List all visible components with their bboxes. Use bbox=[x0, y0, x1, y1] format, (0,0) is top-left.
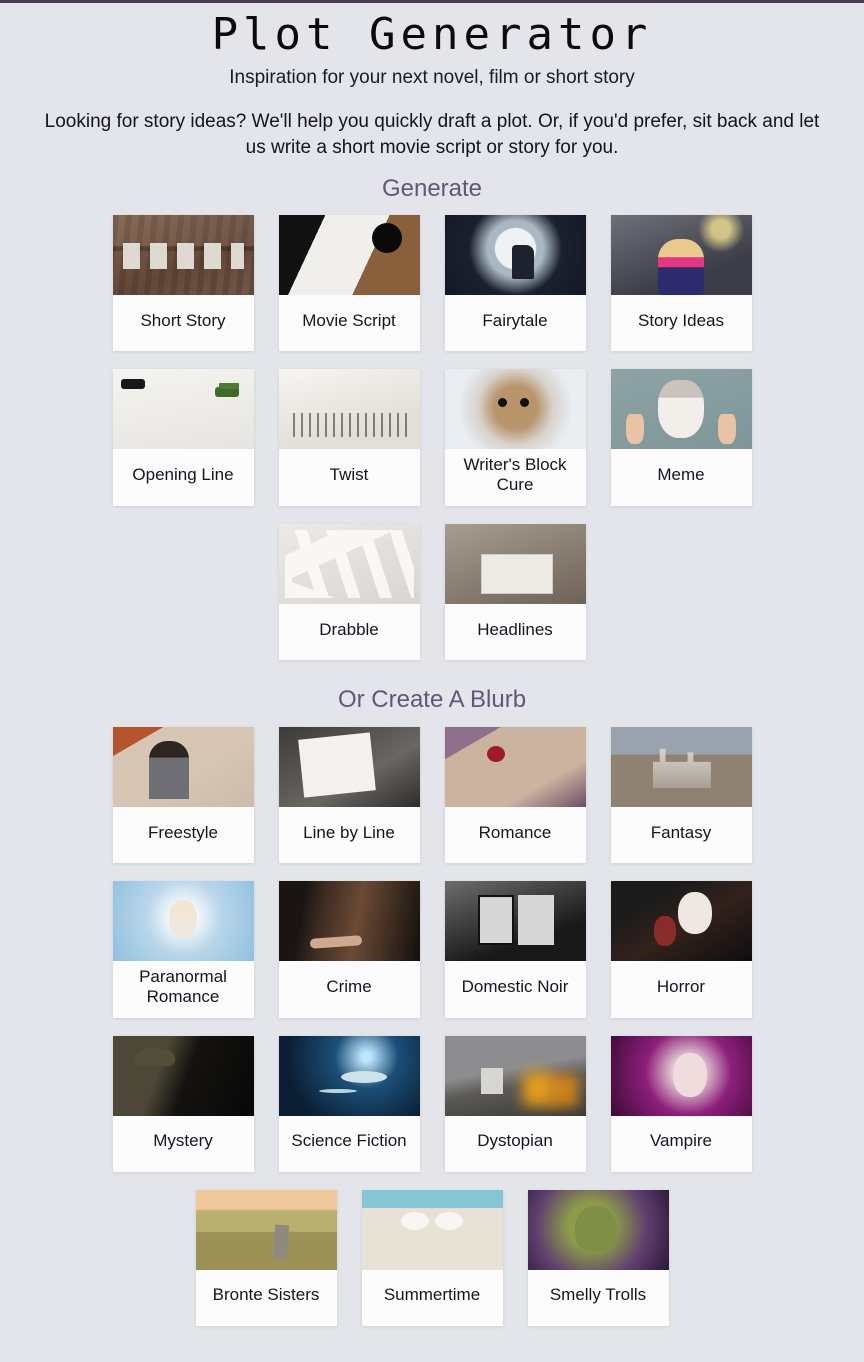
card-label: Freestyle bbox=[148, 822, 218, 842]
card-label: Story Ideas bbox=[638, 310, 724, 330]
card-paranormal-romance[interactable]: Paranormal Romance bbox=[112, 880, 254, 1018]
card-label: Crime bbox=[326, 976, 372, 996]
card-label: Meme bbox=[657, 465, 705, 485]
card-label: Domestic Noir bbox=[461, 976, 569, 996]
crumpling-paper-over-notebook-icon bbox=[278, 368, 420, 449]
card-summertime[interactable]: Summertime bbox=[361, 1189, 503, 1326]
moorland-standing-stone-icon bbox=[195, 1189, 337, 1270]
card-label: Dystopian bbox=[477, 1131, 553, 1151]
fairytale-castle-icon bbox=[610, 726, 752, 807]
generate-row-3: Drabble Headlines bbox=[0, 523, 864, 660]
once-upon-a-time-tiles-icon bbox=[278, 726, 420, 807]
card-label: Writer's Block Cure bbox=[463, 454, 567, 495]
blurb-row-4: Bronte Sisters Summertime Smelly Trolls bbox=[0, 1189, 864, 1326]
card-label: Drabble bbox=[319, 619, 379, 639]
scattered-word-tiles-icon bbox=[278, 523, 420, 604]
card-opening-line[interactable]: Opening Line bbox=[112, 368, 254, 506]
card-vampire[interactable]: Vampire bbox=[610, 1035, 752, 1172]
generate-row-2: Opening Line Twist Writer's Block Cure M… bbox=[0, 368, 864, 506]
card-dystopian[interactable]: Dystopian bbox=[444, 1035, 586, 1172]
card-label: Summertime bbox=[383, 1285, 481, 1305]
story-letters-on-clothesline-icon bbox=[112, 214, 254, 295]
card-romance[interactable]: Romance bbox=[444, 726, 586, 863]
page-title: Plot Generator bbox=[211, 9, 653, 60]
storm-over-burning-ruins-icon bbox=[444, 1035, 586, 1116]
card-bronte-sisters[interactable]: Bronte Sisters bbox=[195, 1189, 337, 1326]
card-label: Mystery bbox=[153, 1131, 213, 1151]
card-crime[interactable]: Crime bbox=[278, 880, 420, 1018]
card-freestyle[interactable]: Freestyle bbox=[112, 726, 254, 863]
card-label: Twist bbox=[329, 465, 369, 485]
card-horror[interactable]: Horror bbox=[610, 880, 752, 1018]
page-intro: Looking for story ideas? We'll help you … bbox=[44, 110, 820, 158]
card-label: Smelly Trolls bbox=[549, 1285, 647, 1305]
card-label: Bronte Sisters bbox=[212, 1285, 320, 1305]
card-label: Vampire bbox=[649, 1131, 713, 1151]
card-movie-script[interactable]: Movie Script bbox=[278, 214, 420, 351]
card-label: Fairytale bbox=[482, 310, 548, 330]
ufos-over-landscape-icon bbox=[278, 1035, 420, 1116]
page-header: Plot Generator Inspiration for your next… bbox=[0, 3, 864, 161]
clown-with-axe-icon bbox=[610, 880, 752, 961]
card-label: Opening Line bbox=[132, 465, 234, 485]
woman-with-lightbulb-idea-icon bbox=[610, 214, 752, 295]
card-drabble[interactable]: Drabble bbox=[278, 523, 420, 660]
generate-row-1: Short Story Movie Script Fairytale Story… bbox=[0, 214, 864, 351]
card-label: Horror bbox=[656, 976, 706, 996]
card-mystery[interactable]: Mystery bbox=[112, 1035, 254, 1172]
card-meme[interactable]: Meme bbox=[610, 368, 752, 506]
cat-with-pointing-fingers-icon bbox=[610, 368, 752, 449]
blurb-row-1: Freestyle Line by Line Romance Fantasy bbox=[0, 726, 864, 863]
two-women-on-beach-icon bbox=[361, 1189, 503, 1270]
card-science-fiction[interactable]: Science Fiction bbox=[278, 1035, 420, 1172]
desk-with-glasses-and-pencil-icon bbox=[112, 368, 254, 449]
card-domestic-noir[interactable]: Domestic Noir bbox=[444, 880, 586, 1018]
section-heading-generate: Generate bbox=[381, 174, 483, 202]
card-story-ideas[interactable]: Story Ideas bbox=[610, 214, 752, 351]
man-shouting-with-newspaper-icon bbox=[444, 523, 586, 604]
page-tagline: Inspiration for your next novel, film or… bbox=[229, 66, 635, 88]
card-writers-block-cure[interactable]: Writer's Block Cure bbox=[444, 368, 586, 506]
card-label: Line by Line bbox=[303, 822, 395, 842]
card-short-story[interactable]: Short Story bbox=[112, 214, 254, 351]
card-label: Headlines bbox=[477, 619, 553, 639]
card-headlines[interactable]: Headlines bbox=[444, 523, 586, 660]
top-accent-strip bbox=[0, 0, 864, 3]
section-heading-blurb: Or Create A Blurb bbox=[337, 685, 527, 713]
card-label: Paranormal Romance bbox=[139, 966, 227, 1007]
card-label: Movie Script bbox=[302, 310, 396, 330]
card-line-by-line[interactable]: Line by Line bbox=[278, 726, 420, 863]
ghostly-woman-in-clouds-icon bbox=[112, 880, 254, 961]
blurb-row-3: Mystery Science Fiction Dystopian Vampir… bbox=[0, 1035, 864, 1172]
purple-haired-vampire-woman-icon bbox=[610, 1035, 752, 1116]
surprised-cat-icon bbox=[444, 368, 586, 449]
blurb-row-2: Paranormal Romance Crime Domestic Noir H… bbox=[0, 880, 864, 1018]
child-reading-on-moon-icon bbox=[444, 214, 586, 295]
page-root: Plot Generator Inspiration for your next… bbox=[0, 0, 864, 1326]
card-label: Fantasy bbox=[650, 822, 712, 842]
card-fantasy[interactable]: Fantasy bbox=[610, 726, 752, 863]
card-fairytale[interactable]: Fairytale bbox=[444, 214, 586, 351]
clapperboard-and-script-icon bbox=[278, 214, 420, 295]
green-troll-icon bbox=[527, 1189, 669, 1270]
woman-writing-on-sofa-icon bbox=[112, 726, 254, 807]
derelict-windows-icon bbox=[444, 880, 586, 961]
detective-with-magnifier-icon bbox=[112, 1035, 254, 1116]
body-in-dark-alley-icon bbox=[278, 880, 420, 961]
card-label: Short Story bbox=[140, 310, 226, 330]
card-smelly-trolls[interactable]: Smelly Trolls bbox=[527, 1189, 669, 1326]
card-label: Romance bbox=[478, 822, 552, 842]
card-twist[interactable]: Twist bbox=[278, 368, 420, 506]
card-label: Science Fiction bbox=[291, 1131, 407, 1151]
rose-on-open-book-icon bbox=[444, 726, 586, 807]
